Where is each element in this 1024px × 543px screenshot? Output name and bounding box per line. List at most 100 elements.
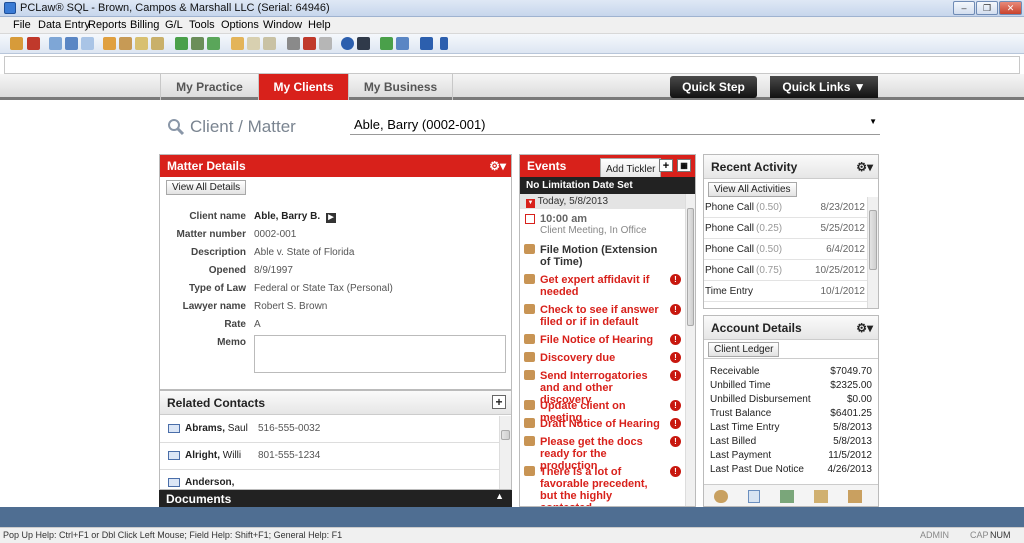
client-ledger-tab[interactable]: Client Ledger xyxy=(708,342,780,357)
activity-row[interactable]: Phone Call (0.50) 8/23/2012 xyxy=(704,197,867,218)
menu-reports[interactable]: Reports xyxy=(88,19,127,31)
menu-options[interactable]: Options xyxy=(221,19,259,31)
toolbar-icon[interactable] xyxy=(191,37,204,50)
toolbar-icon[interactable] xyxy=(263,37,276,50)
add-event-button[interactable]: + xyxy=(659,159,673,172)
print-icon[interactable] xyxy=(287,37,300,50)
tab-my-business[interactable]: My Business xyxy=(348,74,453,100)
quick-links-label: Quick Links xyxy=(782,80,851,94)
matter-details-title: Matter Details xyxy=(167,159,246,173)
menu-gl[interactable]: G/L xyxy=(165,19,183,31)
gear-icon[interactable]: ⚙▾ xyxy=(489,155,506,177)
events-scrollbar[interactable] xyxy=(685,194,695,506)
tab-my-clients[interactable]: My Clients xyxy=(258,74,348,100)
money-icon[interactable] xyxy=(175,37,188,50)
window-icon[interactable] xyxy=(396,37,409,50)
money-icon[interactable] xyxy=(780,490,794,503)
menu-file[interactable]: File xyxy=(13,19,31,31)
contacts-scrollbar[interactable] xyxy=(499,416,511,489)
add-contact-button[interactable]: + xyxy=(492,395,506,409)
activity-row[interactable]: Phone Call (0.50) 6/4/2012 xyxy=(704,239,867,260)
copy-icon[interactable] xyxy=(319,37,332,50)
toolbar-icon[interactable] xyxy=(10,37,23,50)
memo-field[interactable] xyxy=(254,335,506,373)
field-label: Memo xyxy=(217,337,246,348)
contact-card-icon xyxy=(168,451,180,460)
activity-row[interactable]: Time Entry 10/1/2012 xyxy=(704,281,867,302)
menu-billing[interactable]: Billing xyxy=(130,19,159,31)
gear-icon[interactable]: ⚙▾ xyxy=(856,155,873,179)
calendar-icon[interactable]: ▦ xyxy=(677,159,691,172)
toolbar-icon[interactable] xyxy=(119,37,132,50)
alert-icon: ! xyxy=(670,370,681,381)
help-icon[interactable] xyxy=(341,37,354,50)
transfer-icon[interactable] xyxy=(814,490,828,503)
toolbar-icon[interactable] xyxy=(49,37,62,50)
cut-icon[interactable] xyxy=(303,37,316,50)
matter-details-panel: Matter Details ⚙▾ View All Details Clien… xyxy=(159,154,512,390)
calendar-icon[interactable] xyxy=(65,37,78,50)
gear-icon[interactable]: ⚙▾ xyxy=(856,316,873,340)
toolbar xyxy=(0,34,1024,54)
event-item[interactable]: Discovery due! xyxy=(524,352,681,364)
maximize-button[interactable]: ❐ xyxy=(976,1,998,15)
contact-card-icon xyxy=(168,424,180,433)
today-row[interactable]: ▼ Today, 5/8/2013 xyxy=(520,194,686,209)
toolbar-icon[interactable] xyxy=(27,37,40,50)
toolbar-icon[interactable] xyxy=(135,37,148,50)
tab-my-practice[interactable]: My Practice xyxy=(160,74,258,100)
toolbar-icon[interactable] xyxy=(231,37,244,50)
quick-links-button[interactable]: Quick Links ▼ xyxy=(770,76,878,98)
toolbar-icon[interactable] xyxy=(81,37,94,50)
document-icon[interactable] xyxy=(748,490,760,503)
appointment-item[interactable]: 10:00 am Client Meeting, In Office xyxy=(525,213,681,236)
menu-window[interactable]: Window xyxy=(263,19,302,31)
documents-header[interactable]: Documents ▲ xyxy=(159,490,512,507)
calendar-small-icon xyxy=(525,214,535,224)
event-item[interactable]: Draft Notice of Hearing! xyxy=(524,418,681,430)
field-label: Matter number xyxy=(176,229,246,240)
quick-step-button[interactable]: Quick Step xyxy=(670,76,757,98)
event-item[interactable]: Get expert affidavit if needed! xyxy=(524,274,681,298)
event-item[interactable]: Check to see if answer filed or if in de… xyxy=(524,304,681,328)
report-icon[interactable] xyxy=(848,490,862,503)
event-item[interactable]: There is a lot of favorable precedent, b… xyxy=(524,466,681,506)
type-of-law-value: Federal or State Tax (Personal) xyxy=(254,283,393,294)
pointer-help-icon[interactable] xyxy=(357,37,370,50)
contact-row[interactable]: Alright, Willi 801-555-1234 xyxy=(160,443,500,470)
alert-icon: ! xyxy=(670,352,681,363)
clock-icon[interactable] xyxy=(714,490,728,503)
toolbar-icon[interactable] xyxy=(420,37,433,50)
view-all-details-button[interactable]: View All Details xyxy=(166,180,247,195)
minimize-button[interactable]: – xyxy=(953,1,975,15)
close-button[interactable]: ✕ xyxy=(999,1,1022,15)
task-icon xyxy=(524,274,535,284)
menu-help[interactable]: Help xyxy=(308,19,331,31)
view-all-activities-button[interactable]: View All Activities xyxy=(708,182,797,197)
account-row: Receivable $7049.70 xyxy=(710,366,872,377)
menu-data-entry[interactable]: Data Entry xyxy=(38,19,90,31)
activity-scrollbar[interactable] xyxy=(867,197,878,308)
field-label: Type of Law xyxy=(188,283,246,294)
toolbar-icon[interactable] xyxy=(247,37,260,50)
contact-row[interactable]: Anderson, xyxy=(160,470,500,489)
play-icon[interactable]: ▶ xyxy=(325,213,336,223)
activity-row[interactable]: Phone Call (0.75) 10/25/2012 xyxy=(704,260,867,281)
toolbar-icon[interactable] xyxy=(207,37,220,50)
toolbar-icon[interactable] xyxy=(151,37,164,50)
account-row: Trust Balance $6401.25 xyxy=(710,408,872,419)
menu-tools[interactable]: Tools xyxy=(189,19,215,31)
toolbar-icon[interactable] xyxy=(440,37,448,50)
activity-row[interactable]: Phone Call (0.25) 5/25/2012 xyxy=(704,218,867,239)
status-user: ADMIN xyxy=(920,530,949,540)
client-matter-select[interactable]: Able, Barry (0002-001) ▼ xyxy=(350,113,880,135)
status-help-text: Pop Up Help: Ctrl+F1 or Dbl Click Left M… xyxy=(3,530,343,540)
event-item[interactable]: File Notice of Hearing! xyxy=(524,334,681,346)
toolbar-icon[interactable] xyxy=(380,37,393,50)
contact-row[interactable]: Abrams, Saul 516-555-0032 xyxy=(160,416,500,443)
event-item[interactable]: File Motion (Extension of Time) xyxy=(524,244,681,268)
chevron-up-icon: ▲ xyxy=(495,491,504,501)
toolbar-icon[interactable] xyxy=(103,37,116,50)
task-icon xyxy=(524,244,535,254)
address-bar[interactable] xyxy=(4,56,1020,74)
